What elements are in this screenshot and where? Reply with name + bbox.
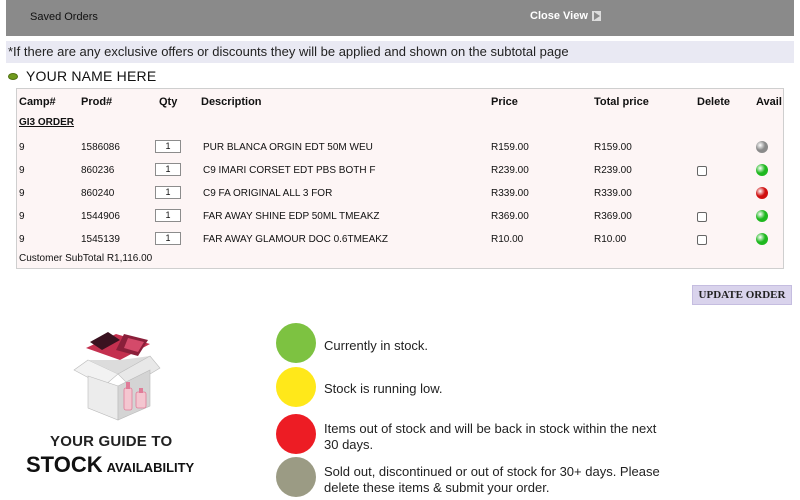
total-cell: R10.00 [594,234,627,245]
bullet-icon [8,72,18,80]
col-header-price: Price [491,96,518,108]
legend-text: Sold out, discontinued or out of stock f… [324,464,660,495]
stock-status-dot-icon [276,414,316,454]
update-order-button[interactable]: UPDATE ORDER [692,285,792,305]
col-header-avail: Avail [756,96,782,108]
saved-orders-header: Saved Orders Close View [6,0,794,36]
guide-title-line2: STOCK AVAILABILITY [26,452,194,478]
close-view-button[interactable]: Close View [530,10,601,22]
prod-cell: 1586086 [81,142,120,153]
customer-row: YOUR NAME HERE [8,68,156,84]
stock-status-dot-icon [276,367,316,407]
col-header-qty: Qty [159,96,178,108]
availability-indicator-icon [756,141,768,153]
price-cell: R10.00 [491,234,524,245]
camp-cell: 9 [19,165,25,176]
legend-text: Currently in stock. [324,338,429,353]
price-cell: R339.00 [491,188,529,199]
description-cell: PUR BLANCA ORGIN EDT 50M WEU [203,142,373,153]
price-cell: R369.00 [491,211,529,222]
col-header-camp: Camp# [19,96,56,108]
quantity-input[interactable]: 1 [155,232,181,245]
prod-cell: 1544906 [81,211,120,222]
close-view-label: Close View [530,10,588,22]
table-row: 9 1586086 1 PUR BLANCA ORGIN EDT 50M WEU R15… [17,138,783,158]
col-header-delete: Delete [697,96,731,108]
description-cell: C9 IMARI CORSET EDT PBS BOTH F [203,165,376,176]
stock-box-illustration [73,332,161,421]
availability-indicator-icon [756,164,768,176]
table-row: 9 1544906 1 FAR AWAY SHINE EDP 50ML TMEAKZ R… [17,207,783,227]
table-row: 9 860236 1 C9 IMARI CORSET EDT PBS BOTH F R2… [17,161,783,181]
camp-cell: 9 [19,142,25,153]
delete-checkbox[interactable] [697,235,707,245]
delete-checkbox[interactable] [697,212,707,222]
table-row: 9 1545139 1 FAR AWAY GLAMOUR DOC 0.6TMEAKZ R… [17,230,783,250]
price-cell: R239.00 [491,165,529,176]
prod-cell: 1545139 [81,234,120,245]
guide-title-line1: YOUR GUIDE TO [50,433,173,450]
customer-subtotal: Customer SubTotal R1,116.00 [19,253,153,264]
stock-status-dot-icon [276,457,316,497]
camp-cell: 9 [19,211,25,222]
camp-cell: 9 [19,188,25,199]
order-group-label: GI3 ORDER [19,117,75,128]
order-table: Camp# Prod# Qty Description Price Total … [16,88,784,269]
description-cell: C9 FA ORIGINAL ALL 3 FOR [203,188,333,199]
quantity-input[interactable]: 1 [155,163,181,176]
prod-cell: 860236 [81,165,115,176]
quantity-input[interactable]: 1 [155,140,181,153]
customer-name: YOUR NAME HERE [26,68,157,84]
total-cell: R239.00 [594,165,632,176]
total-cell: R369.00 [594,211,632,222]
quantity-input[interactable]: 1 [155,186,181,199]
description-cell: FAR AWAY SHINE EDP 50ML TMEAKZ [203,211,380,222]
guide-title-stock: STOCK [26,452,103,477]
legend-text: Items out of stock and will be back in s… [324,421,657,452]
availability-indicator-icon [756,187,768,199]
col-header-description: Description [201,96,262,108]
description-cell: FAR AWAY GLAMOUR DOC 0.6TMEAKZ [203,234,389,245]
price-cell: R159.00 [491,142,529,153]
availability-indicator-icon [756,233,768,245]
guide-title-availability: AVAILABILITY [106,460,195,475]
availability-indicator-icon [756,210,768,222]
total-cell: R159.00 [594,142,632,153]
col-header-prod: Prod# [81,96,113,108]
delete-checkbox[interactable] [697,166,707,176]
table-row: 9 860240 1 C9 FA ORIGINAL ALL 3 FOR R339.00 R… [17,184,783,204]
offers-notice: *If there are any exclusive offers or di… [6,41,794,63]
stock-status-dot-icon [276,323,316,363]
header-title: Saved Orders [30,11,98,23]
camp-cell: 9 [19,234,25,245]
total-cell: R339.00 [594,188,632,199]
quantity-input[interactable]: 1 [155,209,181,222]
col-header-total: Total price [594,96,649,108]
prod-cell: 860240 [81,188,115,199]
legend-text: Stock is running low. [324,381,443,396]
play-arrow-icon [591,11,601,21]
